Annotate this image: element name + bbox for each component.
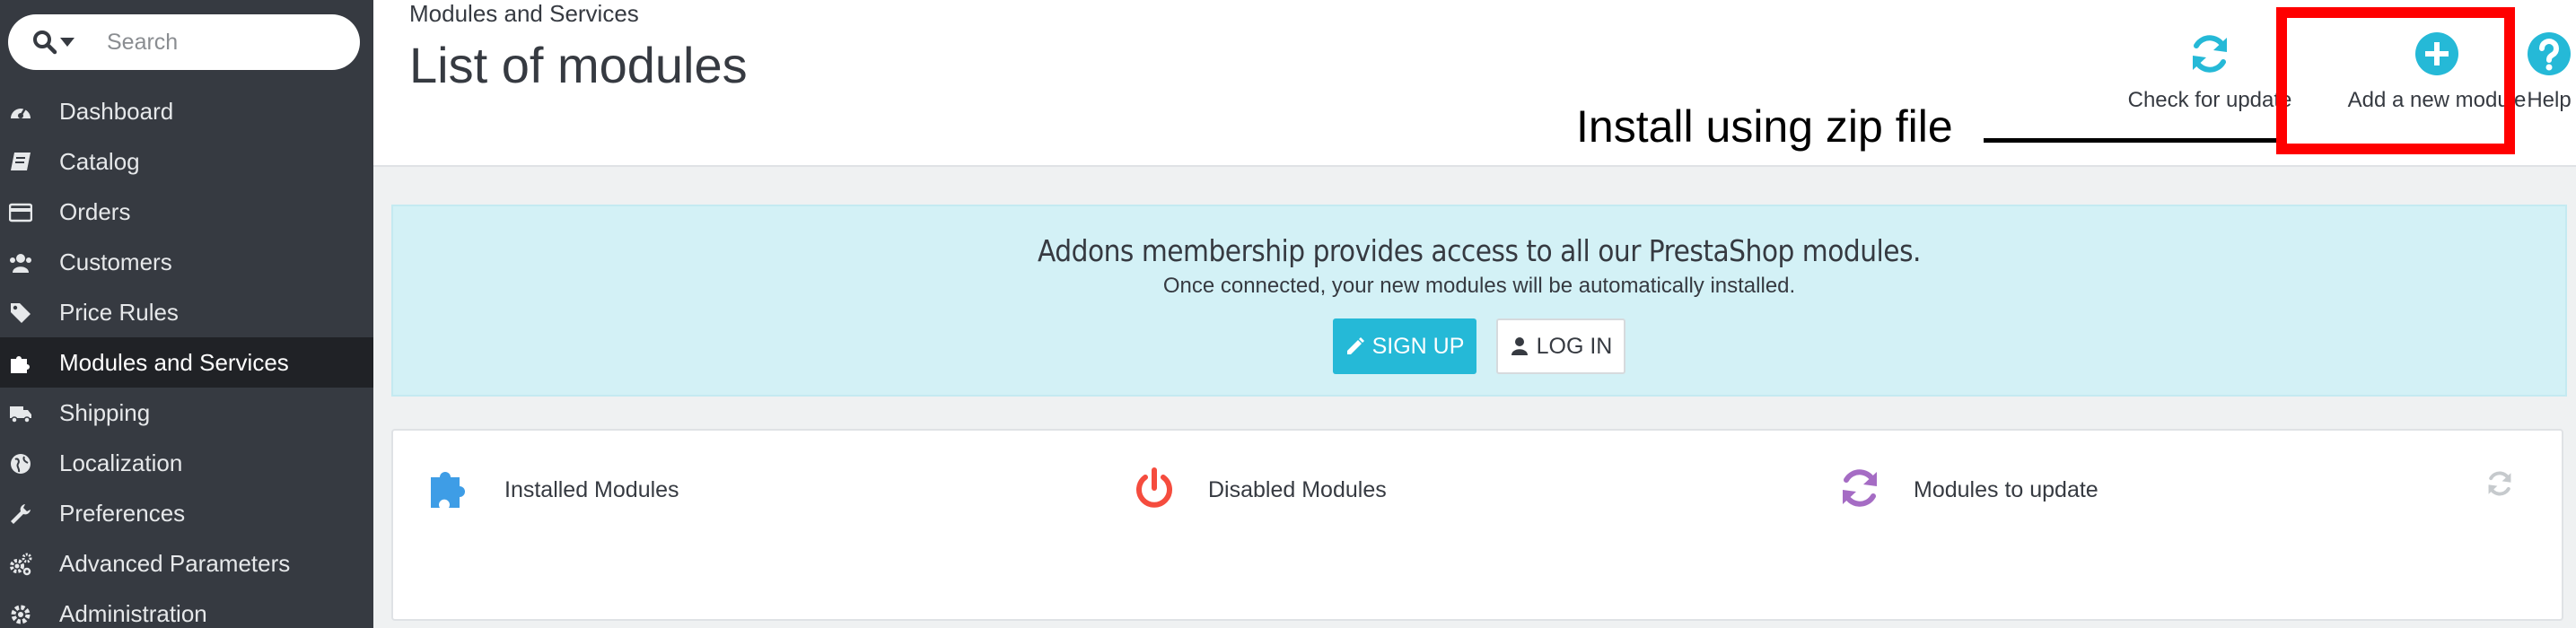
sign-up-button[interactable]: SIGN UP [1333,318,1476,374]
sidebar-item-localization[interactable]: Localization [0,438,373,488]
sidebar-item-label: Shipping [59,398,151,426]
cogs-icon [10,553,32,576]
sidebar-item-modules[interactable]: Modules and Services [0,337,373,388]
modules-to-update-label: Modules to update [1914,477,2098,502]
chevron-down-icon[interactable] [60,38,74,47]
search-box[interactable] [8,14,360,70]
log-in-label: LOG IN [1536,333,1613,359]
sidebar-item-label: Preferences [59,499,186,527]
help-label: Help [2527,88,2572,112]
truck-icon [10,406,31,423]
banner-buttons: SIGN UP LOG IN [393,318,2565,374]
refresh-icon [2193,35,2227,73]
sidebar-item-administration[interactable]: Administration [0,589,373,628]
sidebar-item-preferences[interactable]: Preferences [0,488,373,538]
sidebar-nav: Dashboard Catalog Orders Customers Price… [0,86,373,628]
disabled-modules-stat[interactable]: Disabled Modules [1131,465,1387,511]
help-button[interactable]: Help [2508,31,2576,113]
sidebar-item-customers[interactable]: Customers [0,237,373,287]
page-title: List of modules [409,37,748,93]
sidebar-item-label: Customers [59,248,172,275]
globe-icon [11,454,31,474]
addons-banner: Addons membership provides access to all… [391,205,2567,397]
banner-heading: Addons membership provides access to all… [1038,233,1921,268]
sidebar: Dashboard Catalog Orders Customers Price… [0,0,373,628]
annotation-highlight-box [2276,7,2515,154]
refresh-icon [1843,469,1877,507]
annotation-text: Install using zip file [1576,101,1953,152]
modules-to-update-stat[interactable]: Modules to update [1836,465,2098,511]
credit-card-icon [9,203,32,222]
log-in-button[interactable]: LOG IN [1496,318,1625,374]
search-icon[interactable] [31,29,58,56]
puzzle-icon [431,472,465,508]
breadcrumb[interactable]: Modules and Services [409,0,639,28]
help-icon [2528,32,2571,75]
sidebar-item-label: Catalog [59,147,140,175]
tags-icon [11,303,31,323]
pencil-icon [1346,337,1364,354]
sidebar-item-catalog[interactable]: Catalog [0,136,373,187]
sidebar-item-label: Dashboard [59,97,174,125]
sidebar-item-label: Advanced Parameters [59,549,291,577]
sidebar-item-orders[interactable]: Orders [0,187,373,237]
module-stats-panel: Installed Modules Disabled Modules Modul… [391,429,2563,621]
refresh-stats-icon[interactable] [2484,468,2515,499]
sidebar-item-advanced-parameters[interactable]: Advanced Parameters [0,538,373,589]
search-input[interactable] [107,26,349,58]
user-icon [1511,337,1528,355]
installed-modules-stat[interactable]: Installed Modules [427,465,679,511]
banner-subtext: Once connected, your new modules will be… [1162,274,1796,298]
users-icon [10,254,31,273]
sidebar-item-price-rules[interactable]: Price Rules [0,287,373,337]
sidebar-item-shipping[interactable]: Shipping [0,388,373,438]
annotation-line [1984,138,2276,143]
installed-modules-label: Installed Modules [504,477,679,502]
sign-up-label: SIGN UP [1371,333,1465,359]
book-icon [11,153,31,170]
sidebar-item-label: Administration [59,599,207,627]
disabled-modules-label: Disabled Modules [1208,477,1387,502]
sidebar-item-dashboard[interactable]: Dashboard [0,86,373,136]
sidebar-item-label: Orders [59,197,131,225]
dashboard-icon [11,108,31,118]
sidebar-item-label: Modules and Services [59,348,289,376]
gear-icon [11,605,31,624]
puzzle-icon [11,356,30,373]
power-icon [1136,467,1172,508]
sidebar-item-label: Localization [59,449,183,476]
sidebar-item-label: Price Rules [59,298,179,326]
wrench-icon [11,504,31,524]
